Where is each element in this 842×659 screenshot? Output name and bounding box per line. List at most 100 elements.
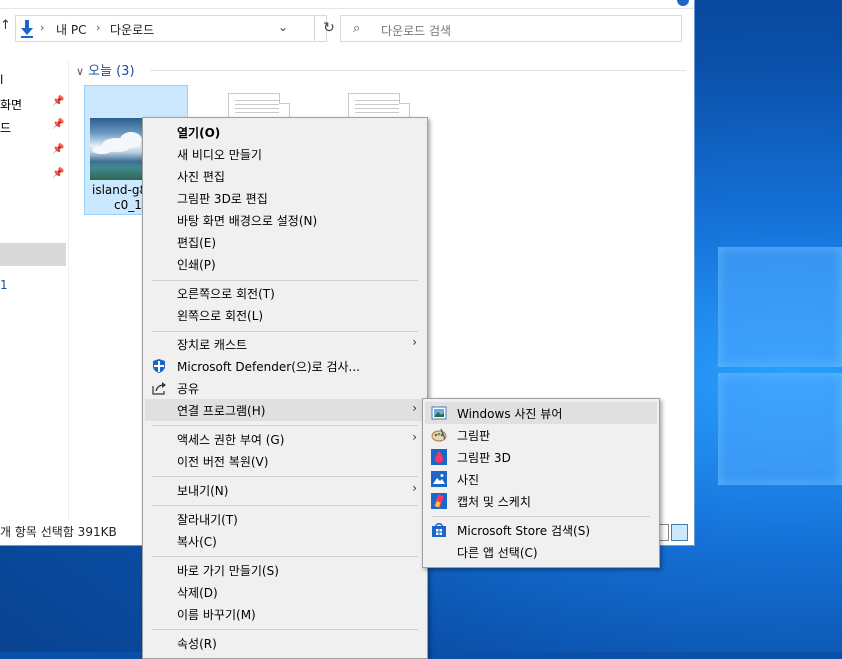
menu-item-label: 그림판 3D로 편집 xyxy=(177,192,268,206)
windows-logo-pane xyxy=(718,247,842,367)
menu-separator xyxy=(152,556,418,557)
chevron-right-icon: › xyxy=(412,481,417,495)
menu-item-label: 사진 xyxy=(457,473,480,487)
chevron-right-icon: › xyxy=(412,401,417,415)
menu-separator xyxy=(432,516,650,517)
menu-separator xyxy=(152,629,418,630)
menu-item-label: 바로 가기 만들기(S) xyxy=(177,564,279,578)
menu-separator xyxy=(152,331,418,332)
menu-item-print[interactable]: 인쇄(P) xyxy=(145,253,425,275)
menu-item-label: 속성(R) xyxy=(177,637,217,651)
menu-item-label: 이름 바꾸기(M) xyxy=(177,608,256,622)
menu-item-label: 열기(O) xyxy=(177,126,221,140)
menu-item-label: Microsoft Defender(으)로 검사... xyxy=(177,360,360,374)
context-menu: 열기(O) 새 비디오 만들기 사진 편집 그림판 3D로 편집 바탕 화면 배… xyxy=(142,117,428,659)
menu-item-delete[interactable]: 삭제(D) xyxy=(145,581,425,603)
nav-item-label: 1 xyxy=(0,278,8,292)
submenu-item-photos[interactable]: 사진 xyxy=(425,468,657,490)
nav-item[interactable]: l xyxy=(0,70,66,92)
search-box[interactable]: ⌕ 다운로드 검색 xyxy=(340,15,682,42)
nav-item[interactable]: 📌 xyxy=(0,141,66,163)
nav-item-selected[interactable] xyxy=(0,243,66,266)
menu-item-open-with[interactable]: 연결 프로그램(H) › xyxy=(145,399,425,421)
menu-item-restore-versions[interactable]: 이전 버전 복원(V) xyxy=(145,450,425,472)
menu-item-edit[interactable]: 편집(E) xyxy=(145,231,425,253)
image-thumbnail xyxy=(90,118,148,180)
menu-item-label: 그림판 3D xyxy=(457,451,511,465)
menu-item-properties[interactable]: 속성(R) xyxy=(145,632,425,654)
share-icon xyxy=(152,382,166,395)
menu-item-label: 인쇄(P) xyxy=(177,258,216,272)
nav-item[interactable]: 1 xyxy=(0,275,66,297)
submenu-item-paint3d[interactable]: 그림판 3D xyxy=(425,446,657,468)
menu-item-label: Microsoft Store 검색(S) xyxy=(457,524,591,538)
nav-item[interactable]: 드 📌 xyxy=(0,116,66,138)
group-header[interactable]: ∨ 오늘 (3) xyxy=(76,60,135,79)
breadcrumb-this-pc[interactable]: 내 PC xyxy=(56,21,86,38)
paint3d-icon xyxy=(431,449,447,465)
file-name: island-g8 xyxy=(92,183,148,197)
submenu-item-choose-another-app[interactable]: 다른 앱 선택(C) xyxy=(425,541,657,563)
large-icons-view-icon[interactable] xyxy=(671,524,688,541)
submenu-item-photo-viewer[interactable]: Windows 사진 뷰어 xyxy=(425,402,657,424)
downloads-arrow-icon xyxy=(21,20,33,38)
menu-item-rotate-left[interactable]: 왼쪽으로 회전(L) xyxy=(145,304,425,326)
menu-item-label: Windows 사진 뷰어 xyxy=(457,407,563,421)
submenu-item-snip-sketch[interactable]: 캡처 및 스케치 xyxy=(425,490,657,512)
menu-item-label: 사진 편집 xyxy=(177,170,225,184)
search-placeholder: 다운로드 검색 xyxy=(381,24,452,38)
menu-separator xyxy=(152,505,418,506)
menu-item-edit-paint3d[interactable]: 그림판 3D로 편집 xyxy=(145,187,425,209)
menu-separator xyxy=(152,476,418,477)
menu-item-send-to[interactable]: 보내기(N) › xyxy=(145,479,425,501)
menu-item-label: 바탕 화면 배경으로 설정(N) xyxy=(177,214,318,228)
breadcrumb-downloads[interactable]: 다운로드 xyxy=(110,21,154,38)
pin-icon: 📌 xyxy=(52,119,65,130)
menu-item-create-shortcut[interactable]: 바로 가기 만들기(S) xyxy=(145,559,425,581)
chevron-right-icon: › xyxy=(412,335,417,349)
menu-item-label: 복사(C) xyxy=(177,535,217,549)
refresh-button[interactable]: ↻ xyxy=(314,16,343,41)
search-icon: ⌕ xyxy=(353,21,361,36)
menu-item-label: 캡처 및 스케치 xyxy=(457,495,531,509)
photo-viewer-icon xyxy=(431,406,447,420)
pin-icon: 📌 xyxy=(52,144,65,155)
menu-item-share[interactable]: 공유 xyxy=(145,377,425,399)
menu-item-cast-to-device[interactable]: 장치로 캐스트 › xyxy=(145,333,425,355)
menu-item-rename[interactable]: 이름 바꾸기(M) xyxy=(145,603,425,625)
open-with-submenu: Windows 사진 뷰어 그림판 그림판 3D 사진 캡처 및 스케치 Mic… xyxy=(422,398,660,568)
menu-item-label: 장치로 캐스트 xyxy=(177,338,248,352)
menu-item-label: 편집(E) xyxy=(177,236,217,250)
menu-item-rotate-right[interactable]: 오른쪽으로 회전(T) xyxy=(145,282,425,304)
breadcrumb-separator-icon: › xyxy=(40,21,45,34)
submenu-item-paint[interactable]: 그림판 xyxy=(425,424,657,446)
submenu-item-store-search[interactable]: Microsoft Store 검색(S) xyxy=(425,519,657,541)
windows-logo-pane xyxy=(718,373,842,485)
defender-shield-icon xyxy=(153,359,165,373)
menu-item-open[interactable]: 열기(O) xyxy=(145,121,425,143)
menu-item-label: 삭제(D) xyxy=(177,586,218,600)
menu-item-cut[interactable]: 잘라내기(T) xyxy=(145,508,425,530)
menu-item-label: 다른 앱 선택(C) xyxy=(457,546,538,560)
up-arrow-icon[interactable]: ↑ xyxy=(0,18,12,38)
nav-item[interactable]: 화면 📌 xyxy=(0,93,66,115)
chevron-down-icon[interactable]: ⌄ xyxy=(278,20,288,34)
menu-item-copy[interactable]: 복사(C) xyxy=(145,530,425,552)
menu-item-new-video[interactable]: 새 비디오 만들기 xyxy=(145,143,425,165)
menu-separator xyxy=(152,425,418,426)
photos-icon xyxy=(431,471,447,487)
menu-item-edit-photo[interactable]: 사진 편집 xyxy=(145,165,425,187)
nav-item-label: l xyxy=(0,73,4,87)
store-icon xyxy=(432,523,446,537)
menu-item-label: 이전 버전 복원(V) xyxy=(177,455,269,469)
menu-item-label: 잘라내기(T) xyxy=(177,513,238,527)
nav-item[interactable]: 📌 xyxy=(0,165,66,187)
address-bar[interactable]: › 내 PC › 다운로드 ⌄ ↻ xyxy=(15,15,335,42)
menu-item-give-access[interactable]: 액세스 권한 부여 (G) › xyxy=(145,428,425,450)
navigation-pane: l 화면 📌 드 📌 📌 📌 1 xyxy=(0,60,69,520)
title-bar xyxy=(0,0,694,9)
menu-item-defender-scan[interactable]: Microsoft Defender(으)로 검사... xyxy=(145,355,425,377)
group-divider xyxy=(150,70,686,71)
menu-item-set-background[interactable]: 바탕 화면 배경으로 설정(N) xyxy=(145,209,425,231)
chevron-down-icon: ∨ xyxy=(76,65,85,78)
